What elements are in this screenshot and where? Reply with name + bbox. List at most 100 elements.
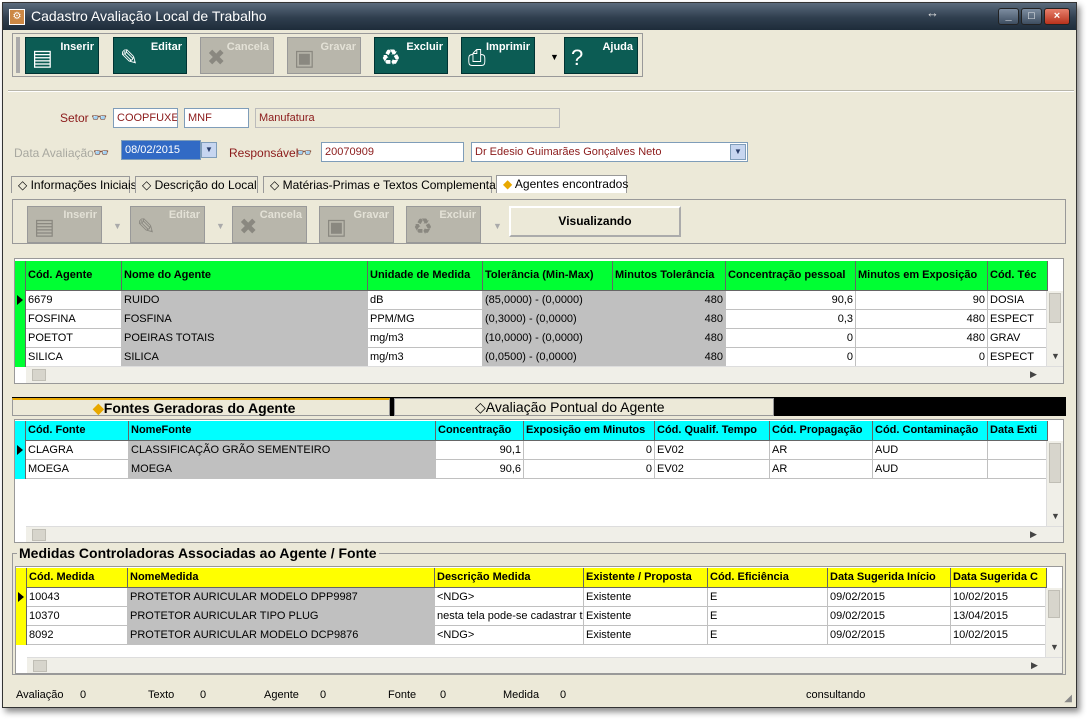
cell[interactable]: nesta tela pode-se cadastrar todo <box>435 607 584 626</box>
cell[interactable]: 480 <box>613 310 726 329</box>
measures-grid[interactable]: Cód. Medida NomeMedida Descrição Medida … <box>15 566 1063 674</box>
column-header[interactable]: Tolerância (Min-Max) <box>483 261 613 291</box>
cell[interactable]: ESPECT <box>988 310 1048 329</box>
cell[interactable]: PROTETOR AURICULAR MODELO DCP9876 <box>128 626 435 645</box>
cell[interactable]: MOEGA <box>26 460 129 479</box>
cell[interactable]: 0 <box>726 348 856 367</box>
cell[interactable]: Existente <box>584 626 708 645</box>
scroll-down-icon[interactable]: ▼ <box>1051 511 1060 521</box>
scroll-right-icon[interactable]: ▶ <box>1031 660 1038 671</box>
cell[interactable]: 480 <box>613 329 726 348</box>
title-bar[interactable]: ⚙ Cadastro Avaliação Local de Trabalho ↔… <box>3 3 1076 30</box>
agent-edit-button[interactable]: ✎ Editar <box>130 206 205 243</box>
column-header[interactable]: Concentração <box>436 421 524 441</box>
cell[interactable]: 6679 <box>26 291 122 310</box>
column-header[interactable]: Nome do Agente <box>122 261 368 291</box>
column-header[interactable]: Minutos Tolerância <box>613 261 726 291</box>
agents-horizontal-scrollbar[interactable]: ▶ <box>26 366 1063 383</box>
column-header[interactable]: Data Sugerida C <box>951 568 1047 588</box>
cell[interactable]: 0 <box>726 329 856 348</box>
insert-button[interactable]: ▤ Inserir <box>25 37 99 74</box>
cell[interactable]: CLAGRA <box>26 441 129 460</box>
column-header[interactable]: Cód. Qualif. Tempo <box>655 421 770 441</box>
cell[interactable]: 480 <box>856 310 988 329</box>
column-header[interactable]: Cód. Contaminação <box>873 421 988 441</box>
column-header[interactable]: Data Exti <box>988 421 1048 441</box>
cell[interactable]: E <box>708 607 828 626</box>
tab-materias-primas[interactable]: ◇ Matérias-Primas e Textos Complementare… <box>263 176 512 193</box>
cell[interactable]: EV02 <box>655 460 770 479</box>
cell[interactable]: 10/02/2015 <box>951 626 1047 645</box>
cell[interactable]: 0 <box>524 441 655 460</box>
cell[interactable]: (10,0000) - (0,0000) <box>483 329 613 348</box>
cell[interactable]: DOSIA <box>988 291 1048 310</box>
tab-descricao-local[interactable]: ◇ Descrição do Local <box>135 176 258 193</box>
cell[interactable]: <NDG> <box>435 588 584 607</box>
cell[interactable]: Existente <box>584 607 708 626</box>
column-header[interactable]: Cód. Téc <box>988 261 1048 291</box>
cell[interactable]: <NDG> <box>435 626 584 645</box>
cell[interactable]: (85,0000) - (0,0000) <box>483 291 613 310</box>
agent-insert-button[interactable]: ▤ Inserir <box>27 206 102 243</box>
cell[interactable] <box>988 441 1048 460</box>
cell[interactable]: 90 <box>856 291 988 310</box>
column-header[interactable]: Cód. Agente <box>26 261 122 291</box>
column-header[interactable]: Existente / Proposta <box>584 568 708 588</box>
cell[interactable]: PPM/MG <box>368 310 483 329</box>
column-header[interactable]: NomeMedida <box>128 568 435 588</box>
toolbar-grip[interactable] <box>16 37 20 73</box>
scroll-right-icon[interactable]: ▶ <box>1030 529 1037 540</box>
cell[interactable]: 8092 <box>27 626 128 645</box>
tab-fontes-geradoras[interactable]: ◆Fontes Geradoras do Agente <box>12 398 390 416</box>
agents-grid[interactable]: Cód. Agente Nome do Agente Unidade de Me… <box>14 258 1064 384</box>
scroll-thumb[interactable] <box>33 660 47 672</box>
scroll-down-icon[interactable]: ▼ <box>1051 351 1060 361</box>
tab-informacoes-iniciais[interactable]: ◇ Informações Iniciais <box>11 176 137 193</box>
cell[interactable]: AR <box>770 460 873 479</box>
data-avaliacao-field[interactable]: 08/02/2015 <box>121 140 201 160</box>
edit-dropdown-arrow[interactable]: ▼ <box>216 221 225 231</box>
column-header[interactable]: NomeFonte <box>129 421 436 441</box>
scroll-thumb[interactable] <box>32 369 46 381</box>
agent-delete-button[interactable]: ♻ Excluir <box>406 206 481 243</box>
data-search-icon[interactable]: 👓 <box>93 145 109 161</box>
date-dropdown-icon[interactable]: ▼ <box>201 142 217 158</box>
cell[interactable]: 480 <box>613 348 726 367</box>
print-button[interactable]: ⎙ Imprimir <box>461 37 535 74</box>
cell[interactable]: 10043 <box>27 588 128 607</box>
column-header[interactable]: Cód. Fonte <box>26 421 129 441</box>
column-header[interactable]: Data Sugerida Início <box>828 568 951 588</box>
cancel-button[interactable]: ✖ Cancela <box>200 37 274 74</box>
cell[interactable]: AR <box>770 441 873 460</box>
measures-vertical-scrollbar[interactable]: ▼ <box>1045 588 1062 657</box>
agent-save-button[interactable]: ▣ Gravar <box>319 206 394 243</box>
cell[interactable]: PROTETOR AURICULAR MODELO DPP9987 <box>128 588 435 607</box>
cell[interactable]: ESPECT <box>988 348 1048 367</box>
visualizando-button[interactable]: Visualizando <box>509 206 681 237</box>
edit-button[interactable]: ✎ Editar <box>113 37 187 74</box>
responsavel-search-icon[interactable]: 👓 <box>296 145 312 161</box>
cell[interactable]: (0,0500) - (0,0000) <box>483 348 613 367</box>
column-header[interactable]: Cód. Eficiência <box>708 568 828 588</box>
cell[interactable]: PROTETOR AURICULAR TIPO PLUG <box>128 607 435 626</box>
cell[interactable]: MOEGA <box>129 460 436 479</box>
save-button[interactable]: ▣ Gravar <box>287 37 361 74</box>
cell[interactable]: 480 <box>613 291 726 310</box>
column-header[interactable]: Concentração pessoal <box>726 261 856 291</box>
cell[interactable]: 10/02/2015 <box>951 588 1047 607</box>
column-header[interactable]: Descrição Medida <box>435 568 584 588</box>
cell[interactable]: dB <box>368 291 483 310</box>
column-header[interactable]: Cód. Propagação <box>770 421 873 441</box>
setor-search-icon[interactable]: 👓 <box>91 110 107 126</box>
cell[interactable]: SILICA <box>26 348 122 367</box>
scroll-thumb[interactable] <box>1049 443 1061 483</box>
cell[interactable] <box>988 460 1048 479</box>
cell[interactable]: 09/02/2015 <box>828 607 951 626</box>
tab-avaliacao-pontual[interactable]: ◇Avaliação Pontual do Agente <box>394 398 774 416</box>
sources-grid[interactable]: Cód. Fonte NomeFonte Concentração Exposi… <box>14 419 1064 543</box>
cell[interactable]: 0 <box>524 460 655 479</box>
cell[interactable]: CLASSIFICAÇÃO GRÃO SEMENTEIRO <box>129 441 436 460</box>
tab-agentes-encontrados[interactable]: ◆ Agentes encontrados <box>496 175 628 193</box>
cell[interactable]: 10370 <box>27 607 128 626</box>
resize-grip-icon[interactable]: ◢ <box>1064 693 1072 704</box>
